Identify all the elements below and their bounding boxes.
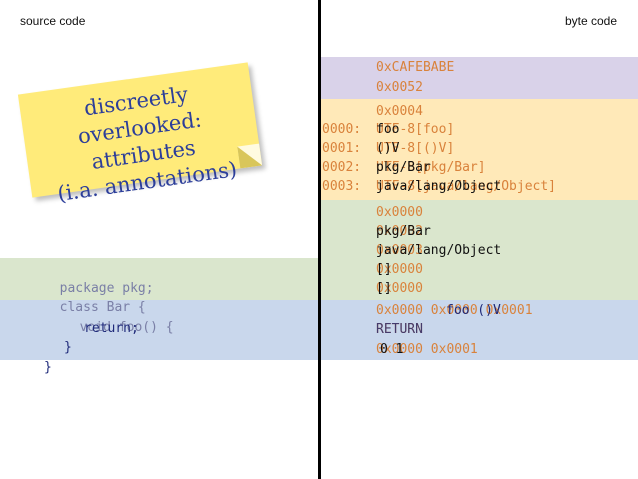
method-decoded: foo ()V bbox=[446, 303, 501, 318]
class-interfaces: [] bbox=[376, 262, 392, 277]
source-line-close-class: } bbox=[44, 360, 52, 375]
class-fields: [] bbox=[376, 281, 392, 296]
byte-code-header: byte code bbox=[564, 14, 617, 28]
sticky-note: discreetly overlooked: attributes (i.a. … bbox=[17, 62, 263, 206]
source-line-close-method: } bbox=[64, 340, 72, 355]
pool-index-3: 0003: bbox=[322, 179, 362, 194]
version-number: 0x0052 bbox=[376, 80, 423, 95]
method-attr-decoded: 0 1 bbox=[380, 342, 404, 357]
pool-decoded-2: pkg/Bar bbox=[376, 160, 431, 175]
pool-index-2: 0002: bbox=[322, 160, 362, 175]
center-divider bbox=[318, 0, 321, 479]
band-header bbox=[321, 57, 638, 99]
pool-count: 0x0004 bbox=[376, 104, 423, 119]
source-code-header: source code bbox=[20, 14, 86, 28]
pool-index-0: 0000: bbox=[322, 122, 362, 137]
class-this: pkg/Bar bbox=[376, 224, 431, 239]
source-line-return: return; bbox=[84, 321, 139, 336]
pool-decoded-3: java/lang/Object bbox=[376, 179, 502, 194]
magic-number: 0xCAFEBABE bbox=[376, 60, 455, 75]
method-body-decoded-opcode: RETURN bbox=[376, 322, 423, 337]
pool-decoded-0: foo bbox=[376, 122, 400, 137]
class-super: java/lang/Object bbox=[376, 243, 502, 258]
pool-index-1: 0001: bbox=[322, 141, 362, 156]
note-fold bbox=[237, 143, 263, 169]
pool-decoded-1: ()V bbox=[376, 141, 400, 156]
class-raw-0: 0x0000 bbox=[376, 205, 423, 220]
